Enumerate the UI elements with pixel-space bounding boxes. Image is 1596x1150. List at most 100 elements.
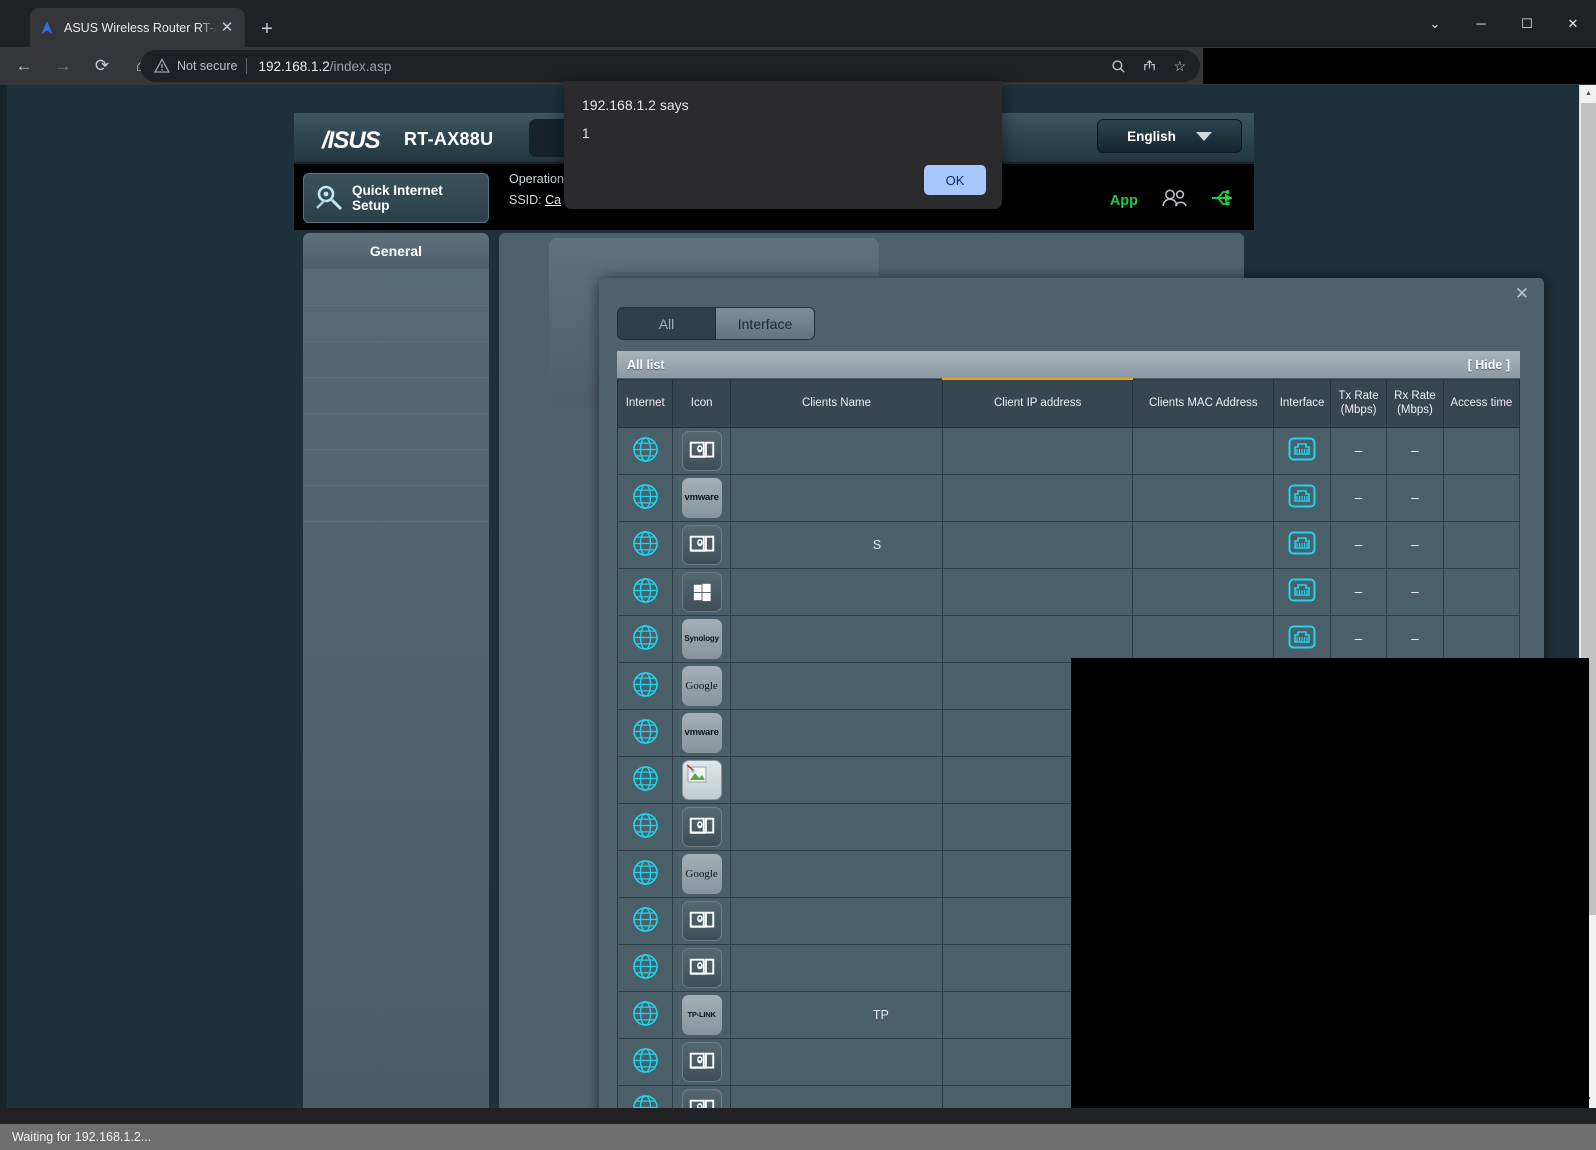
cell-icon[interactable]	[672, 802, 731, 851]
cell-clients-name[interactable]	[729, 896, 944, 945]
cell-clients-name[interactable]	[729, 802, 944, 851]
cell-icon[interactable]: vmware	[672, 473, 731, 522]
cell-icon[interactable]	[672, 896, 731, 945]
sidebar-menu: General	[303, 233, 489, 1108]
cell-internet[interactable]	[616, 567, 674, 616]
table-row[interactable]: vmware ––	[616, 473, 1521, 522]
sidebar-item[interactable]	[303, 449, 489, 485]
cell-client-ip[interactable]	[942, 520, 1134, 569]
reload-button[interactable]: ⟳	[87, 51, 117, 81]
cell-clients-mac[interactable]	[1132, 520, 1275, 569]
close-window-button[interactable]: ✕	[1550, 0, 1596, 47]
cell-clients-name[interactable]	[729, 708, 944, 757]
app-link[interactable]: App	[1110, 193, 1138, 209]
cell-clients-name[interactable]	[729, 1084, 944, 1108]
share-icon[interactable]	[1142, 59, 1157, 74]
cell-clients-name[interactable]	[729, 567, 944, 616]
sidebar-item[interactable]	[303, 269, 489, 305]
cell-icon[interactable]: TP-LINK	[672, 990, 731, 1039]
cell-icon[interactable]	[672, 1037, 731, 1086]
cell-icon[interactable]	[672, 567, 731, 616]
cell-clients-name[interactable]	[729, 661, 944, 710]
address-bar[interactable]: Not secure 192.168.1.2/index.asp ☆	[140, 50, 1200, 82]
cell-internet[interactable]	[616, 990, 674, 1039]
sidebar-item[interactable]	[303, 305, 489, 341]
cell-clients-name[interactable]	[729, 1037, 944, 1086]
cell-icon[interactable]: Synology	[672, 614, 731, 663]
users-icon[interactable]	[1160, 188, 1188, 213]
tab-all[interactable]: All	[617, 307, 716, 340]
col-client-ip[interactable]: Client IP address	[942, 378, 1134, 428]
cell-internet[interactable]	[616, 1037, 674, 1086]
hide-link[interactable]: [ Hide ]	[1468, 358, 1510, 372]
cell-clients-name[interactable]	[729, 755, 944, 804]
bookmark-icon[interactable]: ☆	[1173, 58, 1186, 75]
cell-internet[interactable]	[616, 943, 674, 992]
cell-internet[interactable]	[616, 661, 674, 710]
cell-icon[interactable]: vmware	[672, 708, 731, 757]
cell-icon[interactable]	[672, 1084, 731, 1108]
cell-clients-mac[interactable]	[1132, 614, 1275, 663]
cell-icon[interactable]	[672, 426, 731, 475]
cell-icon[interactable]	[672, 943, 731, 992]
cell-clients-name[interactable]: S	[729, 520, 944, 569]
sidebar-item[interactable]	[303, 485, 489, 521]
cell-icon[interactable]	[672, 755, 731, 804]
search-icon[interactable]	[1111, 59, 1126, 74]
table-row[interactable]: S – –	[616, 520, 1521, 569]
cell-internet[interactable]	[616, 849, 674, 898]
cell-icon[interactable]	[672, 520, 731, 569]
cell-interface	[1273, 614, 1331, 663]
maximize-button[interactable]: ☐	[1504, 0, 1550, 47]
cell-client-ip[interactable]	[942, 473, 1134, 522]
new-tab-button[interactable]: +	[253, 15, 281, 43]
table-row[interactable]: ––	[616, 567, 1521, 616]
tab-close-icon[interactable]: ✕	[217, 18, 237, 38]
sidebar-item-general[interactable]: General	[303, 233, 489, 269]
cell-internet[interactable]	[616, 614, 674, 663]
tab-interface[interactable]: Interface	[716, 307, 815, 340]
sidebar-item[interactable]	[303, 413, 489, 449]
cell-clients-mac[interactable]	[1132, 567, 1275, 616]
minimize-button[interactable]: ─	[1458, 0, 1504, 47]
cell-internet[interactable]	[616, 426, 674, 475]
language-selector[interactable]: English	[1097, 119, 1242, 153]
cell-clients-mac[interactable]	[1132, 426, 1275, 475]
cell-client-ip[interactable]	[942, 567, 1134, 616]
browser-tab[interactable]: ASUS Wireless Router RT-AX88U ✕	[30, 8, 245, 47]
table-row[interactable]: Synology – –	[616, 614, 1521, 663]
forward-button[interactable]: →	[48, 51, 78, 81]
back-button[interactable]: ←	[9, 51, 39, 81]
cell-icon[interactable]: Google	[672, 661, 731, 710]
sidebar-item[interactable]	[303, 377, 489, 413]
cell-internet[interactable]	[616, 896, 674, 945]
col-clients-name[interactable]: Clients Name	[729, 378, 944, 428]
sidebar-item[interactable]	[303, 341, 489, 377]
cell-internet[interactable]	[616, 755, 674, 804]
cell-internet[interactable]	[616, 473, 674, 522]
cell-internet[interactable]	[616, 802, 674, 851]
alert-ok-button[interactable]: OK	[924, 165, 986, 195]
cell-clients-name[interactable]	[729, 426, 944, 475]
close-icon[interactable]: ✕	[1512, 284, 1532, 304]
table-row[interactable]: ––	[616, 426, 1521, 475]
cell-icon[interactable]: Google	[672, 849, 731, 898]
cell-clients-mac[interactable]	[1132, 473, 1275, 522]
cell-clients-name[interactable]: TP	[729, 990, 944, 1039]
scroll-up-arrow[interactable]: ▲	[1580, 85, 1596, 102]
cell-clients-name[interactable]	[729, 943, 944, 992]
quick-internet-setup-button[interactable]: Quick Internet Setup	[303, 173, 489, 223]
cell-internet[interactable]	[616, 1084, 674, 1108]
cell-client-ip[interactable]	[942, 426, 1134, 475]
cell-internet[interactable]	[616, 708, 674, 757]
ssid-value[interactable]: Ca	[545, 193, 561, 207]
cell-clients-name[interactable]	[729, 849, 944, 898]
usb-icon[interactable]	[1210, 188, 1236, 213]
cell-clients-name[interactable]	[729, 473, 944, 522]
cell-clients-name[interactable]	[729, 614, 944, 663]
tab-search-icon[interactable]: ⌄	[1412, 0, 1458, 47]
cell-internet[interactable]	[616, 520, 674, 569]
col-clients-mac[interactable]: Clients MAC Address	[1132, 378, 1275, 428]
cell-client-ip[interactable]	[942, 614, 1134, 663]
sidebar-item[interactable]	[303, 521, 489, 557]
